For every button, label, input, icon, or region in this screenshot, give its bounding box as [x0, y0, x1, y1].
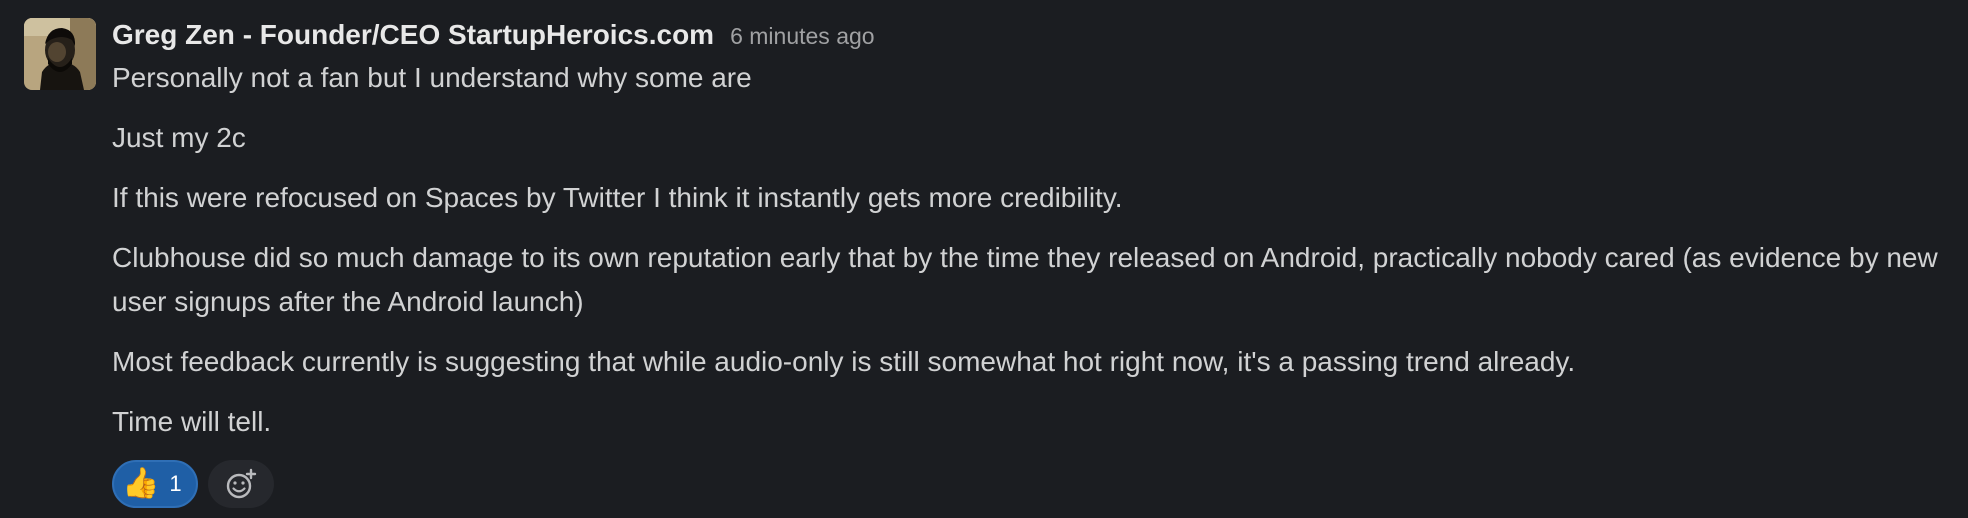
avatar[interactable]: [24, 18, 96, 90]
reaction-bar: 👍 1: [112, 460, 1952, 508]
add-emoji-icon: [226, 468, 256, 499]
message-body: Personally not a fan but I understand wh…: [112, 56, 1952, 444]
message-header: Greg Zen - Founder/CEO StartupHeroics.co…: [112, 14, 1952, 56]
reaction-count: 1: [169, 471, 182, 496]
message-paragraph: Clubhouse did so much damage to its own …: [112, 242, 1938, 317]
add-reaction-button[interactable]: [207, 460, 274, 508]
message-paragraph: Time will tell.: [112, 406, 272, 437]
thumbs-up-icon: 👍: [122, 466, 160, 501]
reaction-thumbs-up[interactable]: 👍 1: [112, 460, 198, 508]
message-paragraph: Just my 2c: [112, 122, 246, 153]
message-content: Greg Zen - Founder/CEO StartupHeroics.co…: [112, 14, 1952, 508]
message-paragraph: Personally not a fan but I understand wh…: [112, 62, 752, 93]
message-paragraph: Most feedback currently is suggesting th…: [112, 346, 1576, 377]
author-name[interactable]: Greg Zen - Founder/CEO StartupHeroics.co…: [112, 14, 714, 56]
avatar-image: [24, 18, 96, 90]
message-paragraph: If this were refocused on Spaces by Twit…: [112, 182, 1123, 213]
message-timestamp[interactable]: 6 minutes ago: [730, 15, 874, 57]
chat-message: Greg Zen - Founder/CEO StartupHeroics.co…: [0, 0, 1968, 518]
